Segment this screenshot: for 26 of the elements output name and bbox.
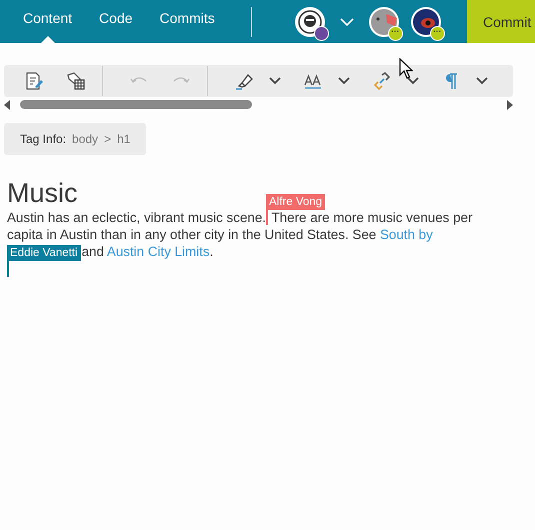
edit-document-icon[interactable]	[24, 71, 44, 91]
scroll-right-icon[interactable]	[507, 100, 513, 110]
tag-grid-icon[interactable]	[66, 71, 86, 91]
caret-icon[interactable]	[407, 77, 419, 85]
commit-button[interactable]: Commit	[467, 0, 535, 43]
tab[interactable]: Code	[86, 0, 147, 43]
tab[interactable]: Content	[10, 0, 86, 43]
link[interactable]: Austin City Limits	[106, 244, 210, 259]
breadcrumb-link[interactable]: h1	[117, 132, 130, 146]
tab[interactable]: Commits	[146, 0, 229, 43]
user-label: Eddie Vanetti	[7, 245, 81, 261]
highlighter-icon[interactable]	[234, 71, 254, 91]
caret-icon[interactable]	[476, 77, 488, 85]
user-label: Alfre Vong	[266, 194, 326, 210]
chevron-down-icon[interactable]	[340, 18, 354, 26]
scroll-left-icon[interactable]	[4, 100, 10, 110]
avatar-icon[interactable]	[410, 6, 442, 38]
caret-icon[interactable]	[338, 77, 350, 85]
link[interactable]: South by	[380, 227, 433, 242]
tag-info-label: Tag Info:	[20, 132, 66, 146]
path-separator: >	[104, 132, 112, 146]
caret-icon[interactable]	[269, 77, 281, 85]
link-icon[interactable]	[372, 71, 392, 91]
mouse-pointer-icon	[399, 58, 413, 79]
scrollbar-thumb[interactable]	[20, 100, 252, 109]
breadcrumb-link[interactable]: body	[72, 132, 98, 146]
